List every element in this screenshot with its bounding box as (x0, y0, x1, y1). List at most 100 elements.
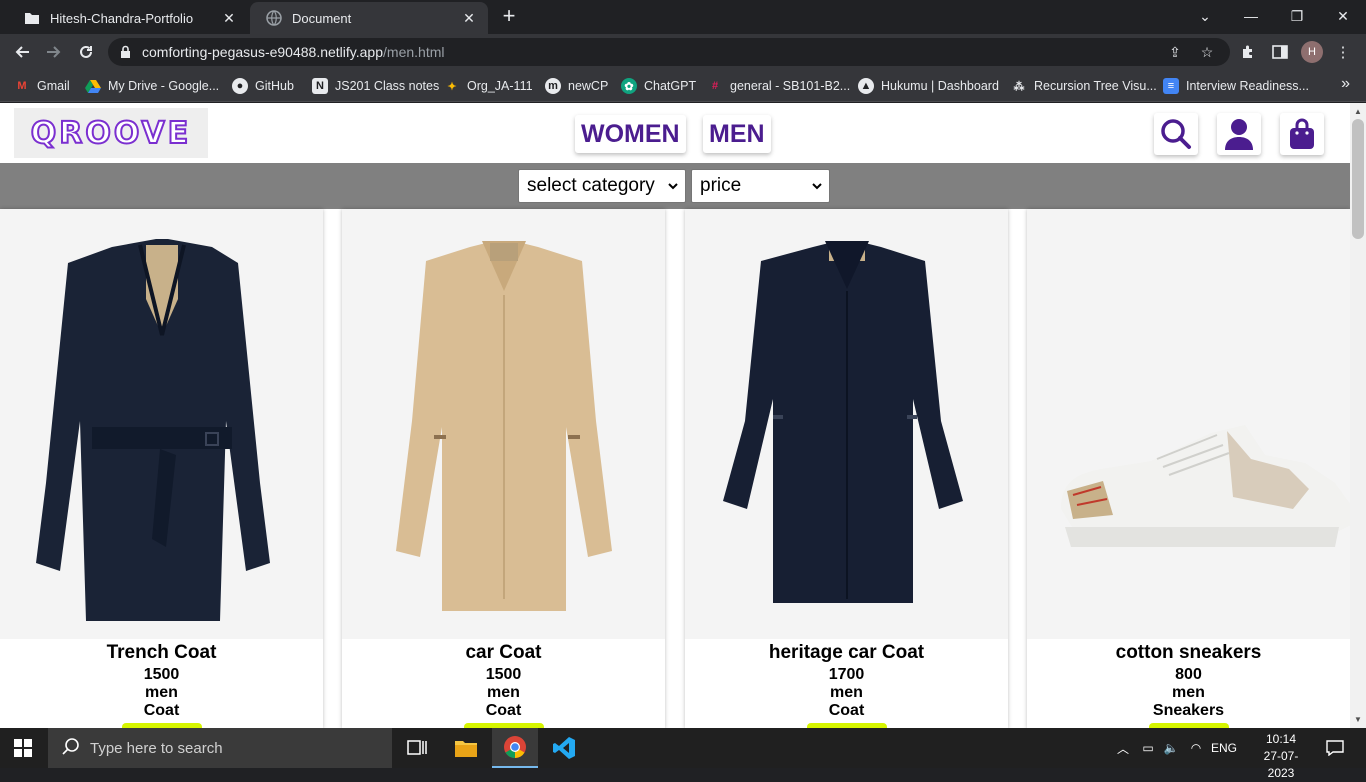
battery-icon[interactable]: ▭ (1136, 728, 1160, 768)
notifications-icon[interactable] (1320, 728, 1350, 768)
vscode-icon[interactable] (541, 728, 587, 768)
extensions-icon[interactable] (1238, 42, 1258, 62)
task-view-icon[interactable] (394, 728, 440, 768)
menu-kebab-icon[interactable]: ⋮ (1333, 42, 1353, 62)
product-name: car Coat (465, 642, 542, 663)
close-tab-icon[interactable]: ✕ (460, 9, 478, 27)
bookmark-chatgpt[interactable]: ✿ ChatGPT (621, 76, 696, 96)
bookmark-label: newCP (568, 79, 609, 93)
product-card[interactable]: Trench Coat 1500 men Coat (0, 209, 323, 728)
bookmark-label: Org_JA-111 (467, 79, 533, 93)
new-tab-button[interactable]: + (498, 5, 520, 28)
back-icon[interactable] (8, 38, 36, 66)
profile-avatar[interactable]: H (1301, 41, 1323, 63)
product-gender: men (1172, 684, 1205, 701)
product-image[interactable] (0, 209, 323, 639)
search-icon[interactable] (1154, 113, 1198, 155)
share-icon[interactable]: ⇪ (1166, 43, 1184, 61)
search-placeholder: Type here to search (90, 739, 223, 757)
product-gender: men (487, 684, 520, 701)
more-bookmarks-icon[interactable]: » (1341, 75, 1350, 93)
clock-time: 10:14 (1265, 732, 1297, 746)
product-category: Coat (828, 702, 865, 719)
product-category: Coat (143, 702, 180, 719)
price-select[interactable]: price (691, 169, 830, 203)
volume-icon[interactable]: 🔈 (1160, 728, 1182, 768)
filter-bar: select category price (0, 163, 1350, 209)
notion-icon: N (312, 78, 328, 94)
tree-icon: ⁂ (1013, 80, 1025, 93)
site-header: QROOVE WOMEN MEN (0, 103, 1350, 163)
product-image[interactable] (685, 209, 1008, 639)
site-logo[interactable]: QROOVE (14, 108, 208, 158)
product-gender: men (145, 684, 178, 701)
logo-text: QROOVE (30, 115, 192, 152)
wifi-icon[interactable]: ◠ (1184, 728, 1208, 768)
page-scrollbar[interactable]: ▲ ▼ (1350, 103, 1366, 728)
bookmarks-bar: M Gmail My Drive - Google... ● GitHub N JS2… (0, 70, 1366, 102)
bookmark-gmail[interactable]: M Gmail (14, 76, 69, 96)
tab-strip: Hitesh-Chandra-Portfolio ✕ Document ✕ + … (0, 0, 1366, 34)
bookmark-github[interactable]: ● GitHub (232, 76, 294, 96)
scrollbar-thumb[interactable] (1352, 119, 1364, 239)
bookmark-star-icon[interactable]: ☆ (1198, 43, 1216, 61)
bookmark-org[interactable]: ✦ Org_JA-111 (444, 76, 533, 96)
bookmark-recursion[interactable]: ⁂ Recursion Tree Visu... (1011, 76, 1157, 96)
chrome-icon[interactable] (492, 728, 538, 768)
m-icon: m (545, 78, 561, 94)
product-card[interactable]: cotton sneakers 800 men Sneakers (1027, 209, 1350, 728)
folder-icon (24, 10, 40, 26)
nav-women[interactable]: WOMEN (575, 115, 686, 153)
forward-icon[interactable] (40, 38, 68, 66)
user-icon[interactable] (1217, 113, 1261, 155)
chevron-down-icon (668, 183, 678, 190)
bookmark-label: Recursion Tree Visu... (1034, 79, 1157, 93)
minimize-icon[interactable]: — (1228, 0, 1274, 32)
tab-search-chevron-icon[interactable]: ⌄ (1182, 0, 1228, 32)
scroll-down-icon[interactable]: ▼ (1354, 715, 1362, 724)
bookmark-drive[interactable]: My Drive - Google... (85, 76, 219, 96)
doc-icon: ≡ (1163, 78, 1179, 94)
category-select-value: select category (527, 175, 655, 196)
bookmark-interview[interactable]: ≡ Interview Readiness... (1163, 76, 1309, 96)
language-indicator[interactable]: ENG (1208, 728, 1240, 768)
tab-portfolio[interactable]: Hitesh-Chandra-Portfolio ✕ (8, 2, 248, 34)
side-panel-icon[interactable] (1270, 42, 1290, 62)
windows-start-icon[interactable] (14, 739, 32, 762)
close-window-icon[interactable]: ✕ (1320, 0, 1366, 32)
shopping-bag-icon[interactable] (1280, 113, 1324, 155)
product-name: heritage car Coat (768, 642, 925, 663)
taskbar-clock[interactable]: 10:14 27-07-2023 (1254, 731, 1308, 782)
file-explorer-icon[interactable] (443, 728, 489, 768)
windows-taskbar: Type here to search ︿ ▭ 🔈 ◠ ENG 10:14 27… (0, 728, 1366, 780)
address-bar[interactable]: comforting-pegasus-e90488.netlify.app/me… (108, 38, 1230, 66)
tab-title: Document (292, 10, 352, 26)
product-price: 1500 (485, 666, 522, 683)
product-image[interactable] (1027, 209, 1350, 639)
globe-icon (266, 10, 282, 26)
close-tab-icon[interactable]: ✕ (220, 9, 238, 27)
bookmark-newcp[interactable]: m newCP (545, 76, 608, 96)
product-card[interactable]: heritage car Coat 1700 men Coat (685, 209, 1008, 728)
tray-chevron-up-icon[interactable]: ︿ (1112, 728, 1134, 768)
tab-document[interactable]: Document ✕ (250, 2, 488, 34)
scroll-up-icon[interactable]: ▲ (1354, 107, 1362, 116)
product-card[interactable]: car Coat 1500 men Coat (342, 209, 665, 728)
product-image[interactable] (342, 209, 665, 639)
taskbar-search-input[interactable]: Type here to search (48, 728, 392, 768)
lock-icon[interactable] (120, 45, 131, 64)
bookmark-js201[interactable]: N JS201 Class notes (312, 76, 439, 96)
nav-men[interactable]: MEN (703, 115, 771, 153)
clock-date: 27-07-2023 (1263, 749, 1299, 780)
bookmark-label: Hukumu | Dashboard (881, 79, 999, 93)
category-select[interactable]: select category (518, 169, 686, 203)
bookmark-hukumu[interactable]: ▲ Hukumu | Dashboard (858, 76, 999, 96)
product-category: Coat (485, 702, 522, 719)
chatgpt-icon: ✿ (621, 78, 637, 94)
sparkle-icon: ✦ (447, 80, 457, 93)
restore-icon[interactable]: ❐ (1274, 0, 1320, 32)
reload-icon[interactable] (72, 38, 100, 66)
bookmark-slack[interactable]: # general - SB101-B2... (707, 76, 850, 96)
product-grid: Trench Coat 1500 men Coat car Coat 1500 … (0, 209, 1350, 728)
product-price: 1500 (143, 666, 180, 683)
